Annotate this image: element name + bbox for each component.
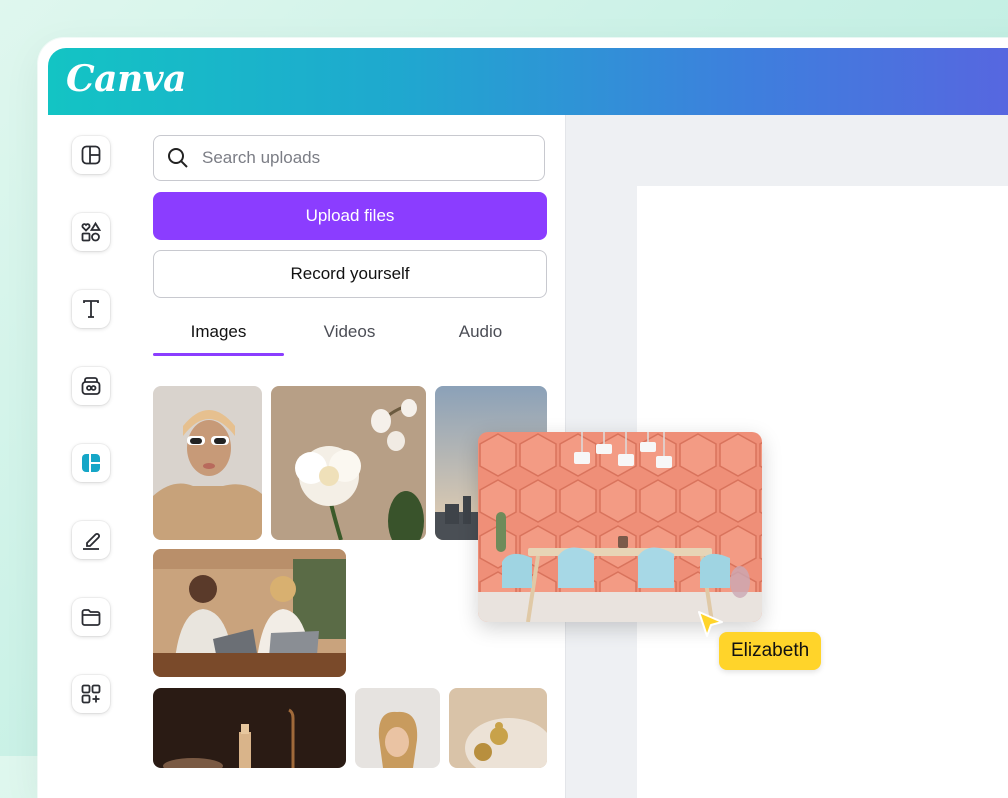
upload-thumbnail[interactable] bbox=[449, 688, 547, 768]
canva-logo[interactable]: Canva bbox=[66, 58, 186, 100]
search-icon bbox=[168, 148, 188, 168]
app-frame: Canva Search uploads Upload files Record… bbox=[48, 48, 1008, 798]
tab-videos[interactable]: Videos bbox=[284, 310, 415, 354]
search-input[interactable] bbox=[200, 147, 524, 169]
collaborator-name-tag: Elizabeth bbox=[719, 632, 822, 670]
sidebar-item-apps[interactable] bbox=[72, 675, 110, 713]
folder-icon bbox=[81, 609, 101, 626]
brand-icon bbox=[81, 377, 101, 395]
search-box[interactable] bbox=[153, 135, 545, 181]
tab-images[interactable]: Images bbox=[153, 310, 284, 354]
sidebar-item-projects[interactable] bbox=[72, 598, 110, 636]
sidebar-item-layout[interactable] bbox=[72, 136, 110, 174]
sidebar-item-brand[interactable] bbox=[72, 367, 110, 405]
sidebar-item-draw[interactable] bbox=[72, 521, 110, 559]
app-window: Canva Search uploads Upload files Record… bbox=[38, 38, 1008, 798]
upload-thumbnail[interactable] bbox=[153, 549, 346, 677]
elements-icon bbox=[81, 221, 102, 242]
layout-icon bbox=[81, 145, 101, 165]
uploads-icon bbox=[82, 454, 100, 472]
upload-thumbnail[interactable] bbox=[153, 386, 262, 540]
record-yourself-button[interactable]: Record yourself bbox=[153, 250, 547, 298]
text-icon bbox=[83, 300, 99, 318]
active-tab-indicator bbox=[153, 353, 284, 356]
top-bar: Canva bbox=[48, 48, 1008, 115]
tab-audio[interactable]: Audio bbox=[415, 310, 546, 354]
upload-thumbnail[interactable] bbox=[355, 688, 440, 768]
side-rail bbox=[48, 115, 140, 798]
draw-icon bbox=[83, 533, 100, 550]
upload-thumbnail[interactable] bbox=[153, 688, 346, 768]
sidebar-item-uploads[interactable] bbox=[72, 444, 110, 482]
upload-files-button[interactable]: Upload files bbox=[153, 192, 547, 240]
sidebar-item-elements[interactable] bbox=[72, 213, 110, 251]
media-tabs: Images Videos Audio bbox=[153, 310, 547, 356]
upload-thumbnail[interactable] bbox=[271, 386, 426, 540]
dragged-image[interactable] bbox=[478, 432, 762, 622]
sidebar-item-text[interactable] bbox=[72, 290, 110, 328]
apps-icon bbox=[81, 684, 101, 704]
